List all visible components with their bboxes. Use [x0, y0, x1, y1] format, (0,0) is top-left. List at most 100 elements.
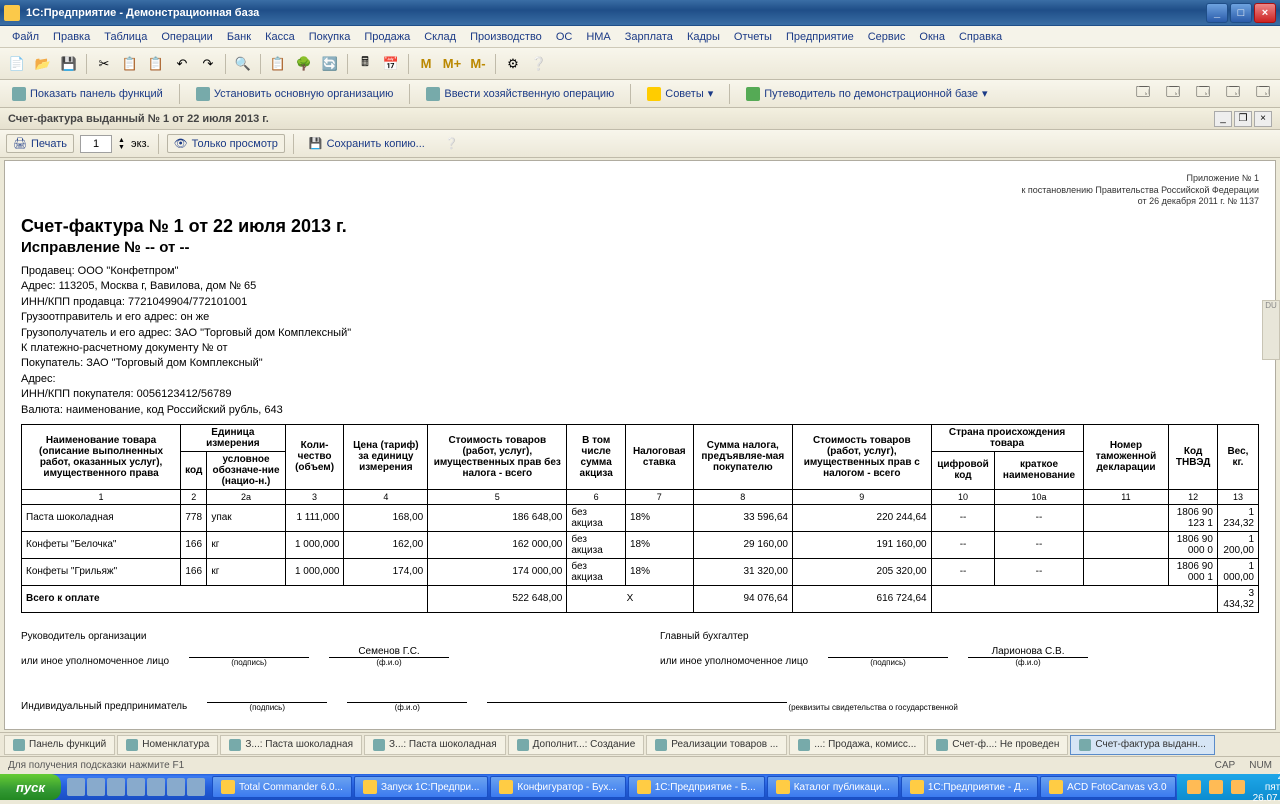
- tree-icon[interactable]: 🌳: [293, 53, 315, 75]
- clock[interactable]: 20:16 пятница 26.07.2013: [1253, 771, 1280, 804]
- document-workspace[interactable]: Приложение № 1к постановлению Правительс…: [4, 160, 1276, 730]
- form-icon-2[interactable]: 🗔: [1162, 83, 1184, 105]
- form-icon-5[interactable]: 🗔: [1252, 83, 1274, 105]
- menu-sale[interactable]: Продажа: [358, 29, 416, 45]
- window-tab[interactable]: Дополнит...: Создание: [508, 735, 645, 755]
- table-row[interactable]: Конфеты "Белочка"166кг1 000,000162,00162…: [22, 531, 1259, 558]
- window-tab[interactable]: Счет-ф...: Не проведен: [927, 735, 1068, 755]
- taskbar-task[interactable]: Запуск 1С:Предпри...: [354, 776, 488, 798]
- memory-mminus-button[interactable]: M-: [467, 53, 489, 75]
- copies-input[interactable]: [80, 135, 112, 153]
- taskbar-task[interactable]: 1С:Предприятие - Б...: [628, 776, 765, 798]
- menu-help[interactable]: Справка: [953, 29, 1008, 45]
- taskbar-task[interactable]: Конфигуратор - Бух...: [490, 776, 625, 798]
- readonly-button[interactable]: 👁Только просмотр: [167, 134, 285, 153]
- window-tab[interactable]: Номенклатура: [117, 735, 218, 755]
- list-icon[interactable]: 📋: [267, 53, 289, 75]
- maximize-button[interactable]: □: [1230, 3, 1252, 23]
- doc-help-button[interactable]: ❔: [438, 134, 466, 153]
- form-icon-4[interactable]: 🗔: [1222, 83, 1244, 105]
- guide-button[interactable]: Путеводитель по демонстрационной базе▾: [740, 85, 993, 103]
- menu-warehouse[interactable]: Склад: [418, 29, 462, 45]
- window-tab[interactable]: З...: Паста шоколадная: [220, 735, 362, 755]
- calc-icon[interactable]: 🖩: [354, 53, 376, 75]
- ql-icon-4[interactable]: [127, 778, 145, 796]
- ql-icon-5[interactable]: [147, 778, 165, 796]
- menu-edit[interactable]: Правка: [47, 29, 96, 45]
- menu-enterprise[interactable]: Предприятие: [780, 29, 860, 45]
- eye-icon: 👁: [174, 137, 188, 150]
- menu-file[interactable]: Файл: [6, 29, 45, 45]
- star-icon: [647, 87, 661, 101]
- ql-icon-1[interactable]: [67, 778, 85, 796]
- tray-icon-2[interactable]: [1209, 780, 1223, 794]
- save-icon[interactable]: 💾: [58, 53, 80, 75]
- menu-purchase[interactable]: Покупка: [303, 29, 357, 45]
- minimize-button[interactable]: _: [1206, 3, 1228, 23]
- correction-title: Исправление № -- от --: [21, 239, 1259, 256]
- settings-icon[interactable]: ⚙: [502, 53, 524, 75]
- sidebar-dock[interactable]: DU: [1262, 300, 1280, 360]
- menu-bank[interactable]: Банк: [221, 29, 257, 45]
- menu-production[interactable]: Производство: [464, 29, 548, 45]
- doc-restore-button[interactable]: ❐: [1234, 111, 1252, 127]
- set-org-button[interactable]: Установить основную организацию: [190, 85, 400, 103]
- form-icon-1[interactable]: 🗔: [1132, 83, 1154, 105]
- window-tab[interactable]: Панель функций: [4, 735, 115, 755]
- menu-operations[interactable]: Операции: [155, 29, 218, 45]
- memory-m-button[interactable]: M: [415, 53, 437, 75]
- copy-icon[interactable]: 📋: [119, 53, 141, 75]
- ql-icon-2[interactable]: [87, 778, 105, 796]
- copies-up-button[interactable]: ▲: [118, 137, 125, 144]
- ql-icon-7[interactable]: [187, 778, 205, 796]
- menu-hr[interactable]: Кадры: [681, 29, 726, 45]
- table-row[interactable]: Паста шоколадная778упак1 111,000168,0018…: [22, 504, 1259, 531]
- new-icon[interactable]: 📄: [6, 53, 28, 75]
- taskbar-task[interactable]: Total Commander 6.0...: [212, 776, 352, 798]
- invoice-title: Счет-фактура № 1 от 22 июля 2013 г.: [21, 216, 1259, 237]
- menu-nma[interactable]: НМА: [580, 29, 616, 45]
- cut-icon[interactable]: ✂: [93, 53, 115, 75]
- ql-icon-3[interactable]: [107, 778, 125, 796]
- statusbar: Для получения подсказки нажмите F1 CAP N…: [0, 756, 1280, 774]
- search-icon[interactable]: 🔍: [232, 53, 254, 75]
- window-tab[interactable]: Счет-фактура выданн...: [1070, 735, 1215, 755]
- menu-cash[interactable]: Касса: [259, 29, 301, 45]
- print-button[interactable]: 🖨Печать: [6, 134, 74, 153]
- tray-icon-1[interactable]: [1187, 780, 1201, 794]
- show-panel-button[interactable]: Показать панель функций: [6, 85, 169, 103]
- menu-table[interactable]: Таблица: [98, 29, 153, 45]
- ql-icon-6[interactable]: [167, 778, 185, 796]
- open-icon[interactable]: 📂: [32, 53, 54, 75]
- help-icon[interactable]: ❔: [528, 53, 550, 75]
- taskbar-task[interactable]: 1С:Предприятие - Д...: [901, 776, 1038, 798]
- tips-button[interactable]: Советы▾: [641, 85, 719, 103]
- taskbar-task[interactable]: ACD FotoCanvas v3.0: [1040, 776, 1176, 798]
- copies-down-button[interactable]: ▼: [118, 144, 125, 151]
- menu-os[interactable]: ОС: [550, 29, 579, 45]
- paste-icon[interactable]: 📋: [145, 53, 167, 75]
- save-copy-button[interactable]: 💾Сохранить копию...: [302, 134, 432, 153]
- menu-service[interactable]: Сервис: [862, 29, 912, 45]
- redo-icon[interactable]: ↷: [197, 53, 219, 75]
- window-tab[interactable]: З...: Паста шоколадная: [364, 735, 506, 755]
- currency-line: Валюта: наименование, код Российский руб…: [21, 403, 1259, 418]
- form-icon-3[interactable]: 🗔: [1192, 83, 1214, 105]
- menu-reports[interactable]: Отчеты: [728, 29, 778, 45]
- enter-oper-button[interactable]: Ввести хозяйственную операцию: [420, 85, 620, 103]
- window-tab[interactable]: Реализации товаров ...: [646, 735, 787, 755]
- tray-icon-3[interactable]: [1231, 780, 1245, 794]
- undo-icon[interactable]: ↶: [171, 53, 193, 75]
- doc-minimize-button[interactable]: _: [1214, 111, 1232, 127]
- refresh-icon[interactable]: 🔄: [319, 53, 341, 75]
- table-row[interactable]: Конфеты "Грильяж"166кг1 000,000174,00174…: [22, 558, 1259, 585]
- doc-close-button[interactable]: ×: [1254, 111, 1272, 127]
- window-tab[interactable]: ...: Продажа, комисс...: [789, 735, 925, 755]
- menu-salary[interactable]: Зарплата: [619, 29, 679, 45]
- memory-mplus-button[interactable]: M+: [441, 53, 463, 75]
- close-button[interactable]: ×: [1254, 3, 1276, 23]
- calendar-icon[interactable]: 📅: [380, 53, 402, 75]
- taskbar-task[interactable]: Каталог публикаци...: [767, 776, 899, 798]
- start-button[interactable]: пуск: [0, 774, 61, 800]
- menu-windows[interactable]: Окна: [913, 29, 951, 45]
